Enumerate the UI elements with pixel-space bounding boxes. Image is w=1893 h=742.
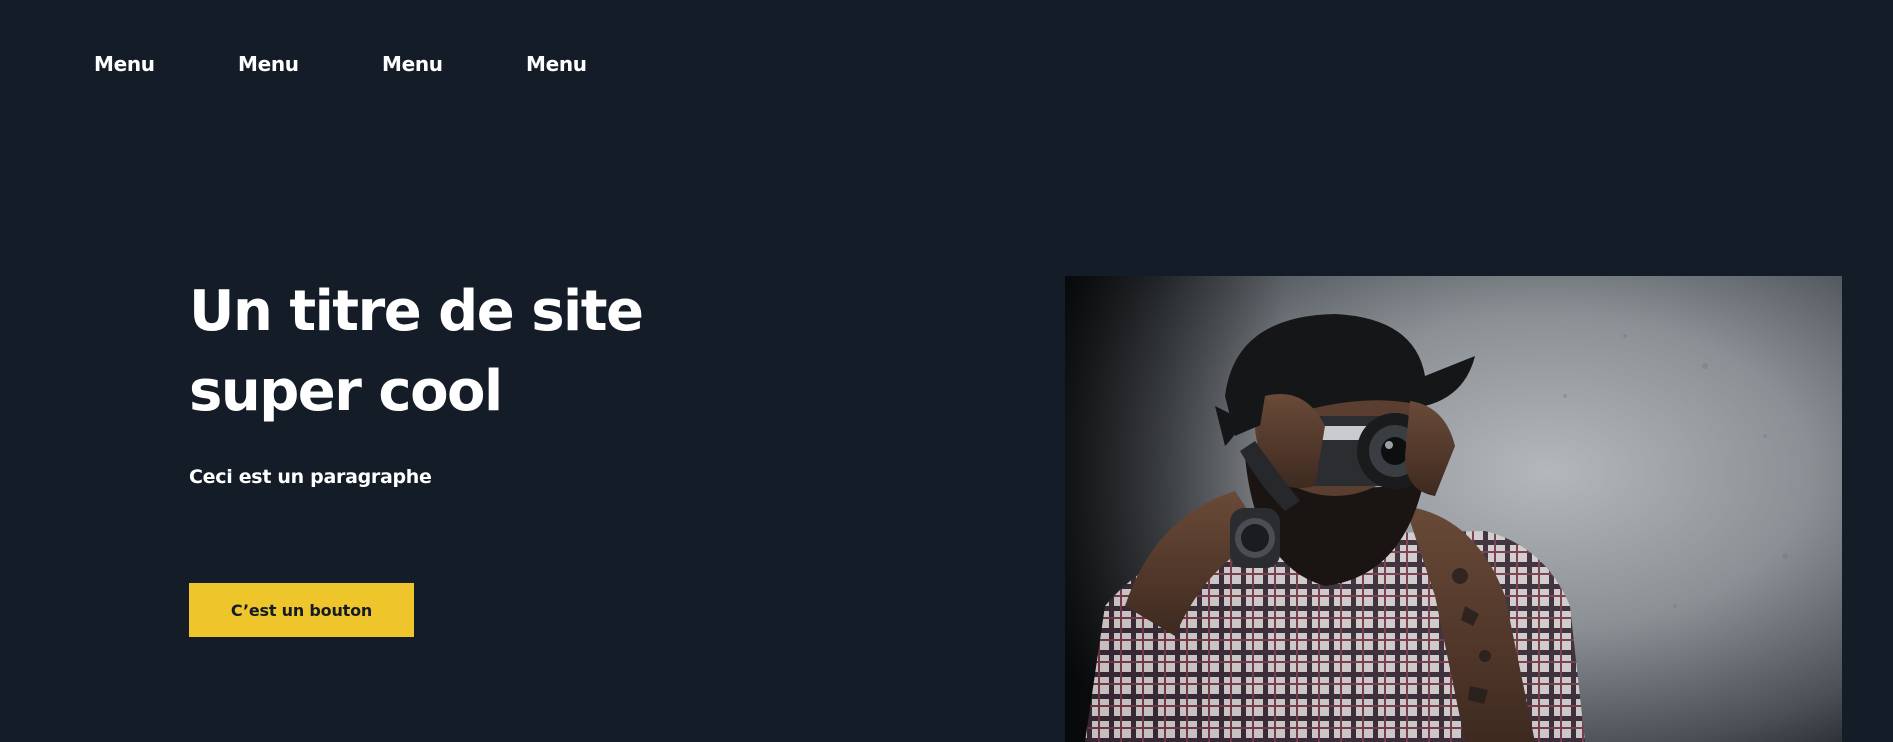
nav-menu-item-3[interactable]: Menu (382, 52, 526, 76)
nav-menu-item-4[interactable]: Menu (526, 52, 670, 76)
hero-cta-button[interactable]: C’est un bouton (189, 583, 414, 637)
nav-menu-item-2[interactable]: Menu (238, 52, 382, 76)
photographer-with-camera-image (1065, 276, 1842, 742)
hero-photo (1065, 276, 1842, 742)
main-nav: Menu Menu Menu Menu (94, 52, 670, 76)
hero-paragraph: Ceci est un paragraphe (189, 466, 432, 488)
nav-menu-item-1[interactable]: Menu (94, 52, 238, 76)
hero-title: Un titre de site super cool (189, 279, 644, 424)
